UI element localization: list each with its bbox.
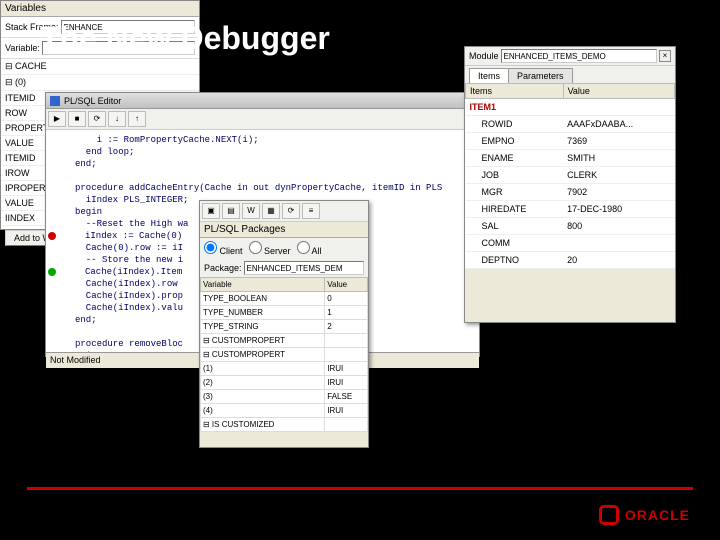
table-row[interactable]: ⊟ CUSTOMPROPERT bbox=[201, 348, 368, 362]
table-row[interactable]: (4)IRUI bbox=[201, 404, 368, 418]
tab-parameters[interactable]: Parameters bbox=[508, 68, 573, 83]
footer: ORACLE bbox=[0, 490, 720, 540]
module-input[interactable] bbox=[501, 49, 657, 63]
table-row[interactable]: (2)IRUI bbox=[201, 376, 368, 390]
toolbar-button[interactable]: ▤ bbox=[222, 203, 240, 219]
variables-header: Variables bbox=[1, 1, 199, 17]
table-row[interactable]: ROWIDAAAFxDAABA... bbox=[466, 116, 675, 133]
oracle-logo-text: ORACLE bbox=[625, 507, 690, 523]
toolbar-button[interactable]: ⟳ bbox=[282, 203, 300, 219]
packages-col-val: Value bbox=[325, 278, 368, 292]
table-row[interactable]: ⊟ IS CUSTOMIZED bbox=[201, 418, 368, 432]
mod-col-items: Items bbox=[466, 84, 564, 99]
editor-toolbar: ▶ ■ ⟳ ↓ ↑ bbox=[46, 109, 479, 130]
variable-label: Variable: bbox=[5, 43, 40, 53]
mod-section: ITEM1 bbox=[466, 99, 675, 116]
toolbar-button[interactable]: ■ bbox=[68, 111, 86, 127]
oracle-o-icon bbox=[599, 505, 619, 525]
table-row[interactable]: ⊟ (0) bbox=[1, 75, 199, 91]
table-row[interactable]: ⊟ CACHE bbox=[1, 59, 199, 75]
toolbar-button[interactable]: ↓ bbox=[108, 111, 126, 127]
toolbar-button[interactable]: ▦ bbox=[262, 203, 280, 219]
editor-icon bbox=[50, 96, 60, 106]
toolbar-button[interactable]: ⟳ bbox=[88, 111, 106, 127]
toolbar-button[interactable]: ▶ bbox=[48, 111, 66, 127]
table-row[interactable]: TYPE_NUMBER1 bbox=[201, 306, 368, 320]
package-label: Package: bbox=[204, 263, 242, 273]
packages-title: PL/SQL Packages bbox=[200, 222, 368, 238]
editor-title: PL/SQL Editor bbox=[64, 96, 121, 106]
module-tabs: Items Parameters bbox=[465, 66, 675, 83]
module-label: Module bbox=[469, 51, 499, 61]
table-row[interactable]: MGR7902 bbox=[466, 184, 675, 201]
toolbar-button[interactable]: ▣ bbox=[202, 203, 220, 219]
table-row[interactable]: (1)IRUI bbox=[201, 362, 368, 376]
table-row[interactable]: ⊟ CUSTOMPROPERT bbox=[201, 334, 368, 348]
packages-window: ▣ ▤ W ▦ ⟳ ≡ PL/SQL Packages Client Serve… bbox=[199, 200, 369, 448]
module-window: Module × Items Parameters Items Value IT… bbox=[464, 46, 676, 323]
editor-titlebar[interactable]: PL/SQL Editor bbox=[46, 93, 479, 109]
radio-server[interactable]: Server bbox=[249, 241, 291, 256]
table-row[interactable]: SAL800 bbox=[466, 218, 675, 235]
mod-col-value: Value bbox=[563, 84, 674, 99]
tab-items[interactable]: Items bbox=[469, 68, 509, 83]
packages-col-var: Variable bbox=[201, 278, 325, 292]
packages-scope-radios: Client Server All bbox=[200, 238, 368, 259]
table-row[interactable]: HIREDATE17-DEC-1980 bbox=[466, 201, 675, 218]
table-row[interactable]: TYPE_BOOLEAN0 bbox=[201, 292, 368, 306]
packages-table: Variable Value TYPE_BOOLEAN0TYPE_NUMBER1… bbox=[200, 277, 368, 432]
table-row[interactable]: ENAMESMITH bbox=[466, 150, 675, 167]
slide-title: The New Debugger bbox=[40, 20, 330, 57]
module-table: Items Value ITEM1 ROWIDAAAFxDAABA...EMPN… bbox=[465, 83, 675, 269]
table-row[interactable]: COMM bbox=[466, 235, 675, 252]
radio-all[interactable]: All bbox=[297, 241, 322, 256]
toolbar-button[interactable]: ↑ bbox=[128, 111, 146, 127]
close-icon[interactable]: × bbox=[659, 50, 671, 62]
table-row[interactable]: DEPTNO20 bbox=[466, 252, 675, 269]
table-row[interactable]: (3)FALSE bbox=[201, 390, 368, 404]
packages-toolbar: ▣ ▤ W ▦ ⟳ ≡ bbox=[200, 201, 368, 222]
package-input[interactable] bbox=[244, 261, 364, 275]
oracle-logo: ORACLE bbox=[599, 505, 690, 525]
table-row[interactable]: JOBCLERK bbox=[466, 167, 675, 184]
toolbar-button[interactable]: W bbox=[242, 203, 260, 219]
radio-client[interactable]: Client bbox=[204, 241, 243, 256]
table-row[interactable]: EMPNO7369 bbox=[466, 133, 675, 150]
toolbar-button[interactable]: ≡ bbox=[302, 203, 320, 219]
table-row[interactable]: TYPE_STRING2 bbox=[201, 320, 368, 334]
